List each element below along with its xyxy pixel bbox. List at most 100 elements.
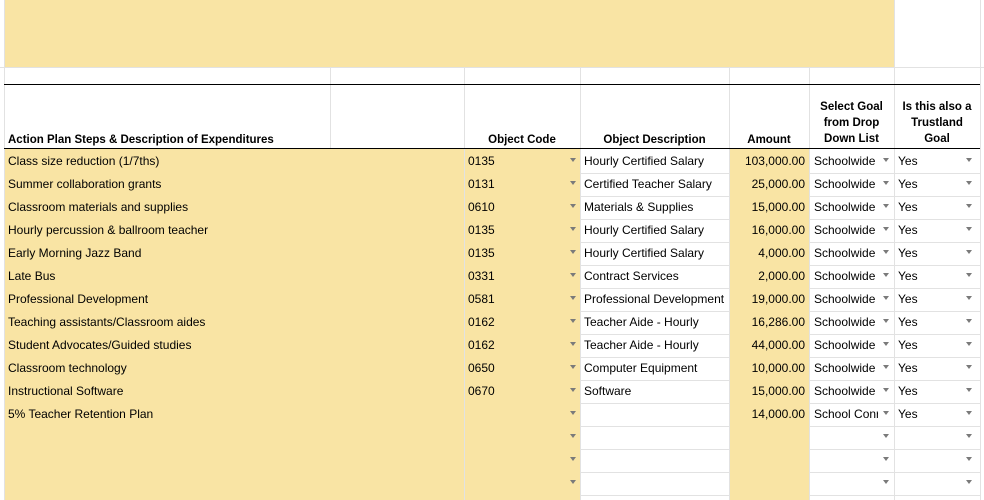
object-description-cell[interactable]: Hourly Certified Salary	[584, 219, 726, 242]
object-description-cell[interactable]: Hourly Certified Salary	[584, 150, 726, 173]
amount-cell[interactable]: 44,000.00	[730, 334, 805, 357]
dropdown-arrow-icon[interactable]	[966, 411, 972, 415]
amount-cell[interactable]: 14,000.00	[730, 403, 805, 426]
step-cell[interactable]	[8, 449, 458, 472]
step-cell[interactable]: Classroom technology	[8, 357, 458, 380]
amount-cell[interactable]: 16,286.00	[730, 311, 805, 334]
amount-cell[interactable]	[730, 472, 805, 495]
step-cell[interactable]: Hourly percussion & ballroom teacher	[8, 219, 458, 242]
dropdown-arrow-icon[interactable]	[966, 250, 972, 254]
object-description-cell[interactable]: Computer Equipment	[584, 357, 726, 380]
object-description-cell[interactable]: Materials & Supplies	[584, 196, 726, 219]
dropdown-arrow-icon[interactable]	[966, 296, 972, 300]
object-code-cell[interactable]: 0131	[468, 173, 558, 196]
step-cell[interactable]: Classroom materials and supplies	[8, 196, 458, 219]
dropdown-arrow-icon[interactable]	[570, 319, 576, 323]
dropdown-arrow-icon[interactable]	[883, 181, 889, 185]
goal-cell[interactable]	[814, 449, 878, 472]
goal-cell[interactable]: Schoolwide	[814, 288, 878, 311]
dropdown-arrow-icon[interactable]	[966, 388, 972, 392]
amount-cell[interactable]: 15,000.00	[730, 380, 805, 403]
object-code-cell[interactable]	[468, 426, 558, 449]
object-description-cell[interactable]: Contract Services	[584, 265, 726, 288]
object-code-cell[interactable]: 0610	[468, 196, 558, 219]
dropdown-arrow-icon[interactable]	[883, 411, 889, 415]
dropdown-arrow-icon[interactable]	[570, 411, 576, 415]
dropdown-arrow-icon[interactable]	[966, 227, 972, 231]
dropdown-arrow-icon[interactable]	[570, 250, 576, 254]
dropdown-arrow-icon[interactable]	[966, 158, 972, 162]
object-description-cell[interactable]	[584, 472, 726, 495]
dropdown-arrow-icon[interactable]	[570, 204, 576, 208]
dropdown-arrow-icon[interactable]	[883, 273, 889, 277]
step-cell[interactable]: Instructional Software	[8, 380, 458, 403]
dropdown-arrow-icon[interactable]	[883, 250, 889, 254]
trustland-cell[interactable]: Yes	[898, 196, 958, 219]
trustland-cell[interactable]: Yes	[898, 357, 958, 380]
dropdown-arrow-icon[interactable]	[570, 342, 576, 346]
dropdown-arrow-icon[interactable]	[570, 365, 576, 369]
amount-cell[interactable]	[730, 426, 805, 449]
object-code-cell[interactable]	[468, 449, 558, 472]
step-cell[interactable]	[8, 472, 458, 495]
dropdown-arrow-icon[interactable]	[883, 342, 889, 346]
dropdown-arrow-icon[interactable]	[966, 457, 972, 461]
amount-cell[interactable]: 25,000.00	[730, 173, 805, 196]
goal-cell[interactable]: Schoolwide	[814, 380, 878, 403]
dropdown-arrow-icon[interactable]	[570, 158, 576, 162]
object-description-cell[interactable]: Teacher Aide - Hourly	[584, 311, 726, 334]
trustland-cell[interactable]: Yes	[898, 288, 958, 311]
dropdown-arrow-icon[interactable]	[570, 227, 576, 231]
step-cell[interactable]: Summer collaboration grants	[8, 173, 458, 196]
dropdown-arrow-icon[interactable]	[966, 480, 972, 484]
dropdown-arrow-icon[interactable]	[966, 319, 972, 323]
amount-cell[interactable]: 2,000.00	[730, 265, 805, 288]
dropdown-arrow-icon[interactable]	[883, 319, 889, 323]
dropdown-arrow-icon[interactable]	[883, 388, 889, 392]
goal-cell[interactable]: Schoolwide	[814, 357, 878, 380]
dropdown-arrow-icon[interactable]	[966, 434, 972, 438]
goal-cell[interactable]: Schoolwide	[814, 196, 878, 219]
step-cell[interactable]: 5% Teacher Retention Plan	[8, 403, 458, 426]
object-description-cell[interactable]	[584, 426, 726, 449]
dropdown-arrow-icon[interactable]	[966, 204, 972, 208]
object-description-cell[interactable]: Certified Teacher Salary	[584, 173, 726, 196]
dropdown-arrow-icon[interactable]	[570, 273, 576, 277]
object-code-cell[interactable]	[468, 403, 558, 426]
dropdown-arrow-icon[interactable]	[570, 480, 576, 484]
dropdown-arrow-icon[interactable]	[883, 365, 889, 369]
object-description-cell[interactable]: Hourly Certified Salary	[584, 242, 726, 265]
dropdown-arrow-icon[interactable]	[966, 273, 972, 277]
dropdown-arrow-icon[interactable]	[883, 158, 889, 162]
step-cell[interactable]	[8, 426, 458, 449]
trustland-cell[interactable]: Yes	[898, 265, 958, 288]
object-description-cell[interactable]: Software	[584, 380, 726, 403]
dropdown-arrow-icon[interactable]	[570, 457, 576, 461]
amount-cell[interactable]: 10,000.00	[730, 357, 805, 380]
dropdown-arrow-icon[interactable]	[883, 480, 889, 484]
dropdown-arrow-icon[interactable]	[883, 227, 889, 231]
object-description-cell[interactable]: Teacher Aide - Hourly	[584, 334, 726, 357]
goal-cell[interactable]: Schoolwide	[814, 311, 878, 334]
trustland-cell[interactable]: Yes	[898, 242, 958, 265]
step-cell[interactable]: Class size reduction (1/7ths)	[8, 150, 458, 173]
trustland-cell[interactable]	[898, 449, 958, 472]
dropdown-arrow-icon[interactable]	[570, 296, 576, 300]
object-code-cell[interactable]: 0581	[468, 288, 558, 311]
step-cell[interactable]: Early Morning Jazz Band	[8, 242, 458, 265]
object-code-cell[interactable]: 0331	[468, 265, 558, 288]
step-cell[interactable]: Professional Development	[8, 288, 458, 311]
object-description-cell[interactable]	[584, 449, 726, 472]
trustland-cell[interactable]: Yes	[898, 403, 958, 426]
amount-cell[interactable]: 103,000.00	[730, 150, 805, 173]
dropdown-arrow-icon[interactable]	[966, 342, 972, 346]
dropdown-arrow-icon[interactable]	[966, 181, 972, 185]
goal-cell[interactable]	[814, 472, 878, 495]
step-cell[interactable]: Late Bus	[8, 265, 458, 288]
trustland-cell[interactable]	[898, 472, 958, 495]
goal-cell[interactable]: Schoolwide	[814, 334, 878, 357]
object-code-cell[interactable]: 0162	[468, 311, 558, 334]
dropdown-arrow-icon[interactable]	[966, 365, 972, 369]
trustland-cell[interactable]: Yes	[898, 219, 958, 242]
amount-cell[interactable]: 16,000.00	[730, 219, 805, 242]
